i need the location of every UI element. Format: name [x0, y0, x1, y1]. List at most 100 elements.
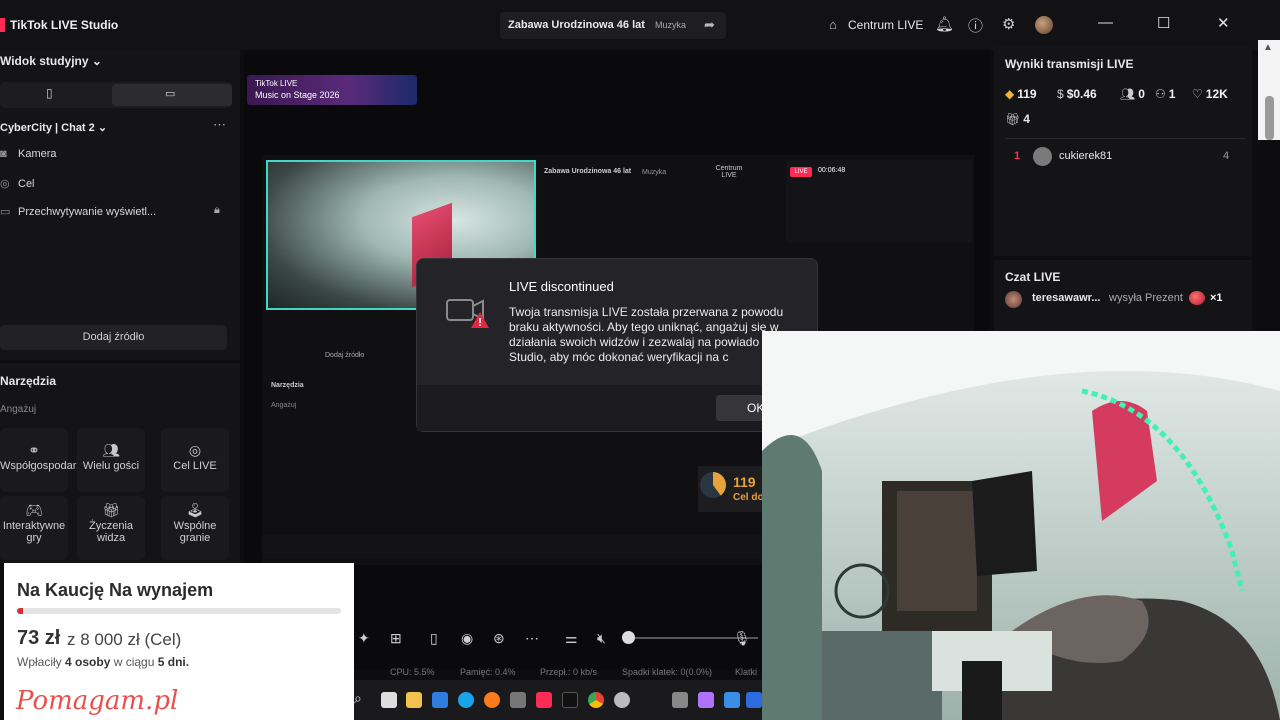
share-icon[interactable]: ➦	[704, 17, 715, 33]
gift-icon: 🎁︎	[1005, 112, 1021, 126]
video-warning-icon	[446, 296, 492, 335]
settings-icon[interactable]: ⚙	[1002, 15, 1015, 33]
link-icon: ⚭	[28, 442, 40, 458]
source-display-capture[interactable]: ▭ Przechwytywanie wyświetl...	[0, 205, 156, 218]
nested-taskbar	[262, 535, 762, 559]
discord-icon[interactable]	[698, 692, 714, 708]
tools-title: Narzędzia	[0, 374, 57, 388]
landscape-icon: ▭	[165, 88, 176, 100]
camera-icon: ◙	[0, 148, 7, 160]
fundraiser-progress-bar	[17, 608, 341, 614]
minimize-button[interactable]: —	[1098, 14, 1113, 31]
tool-live-goal[interactable]: ◎ Cel LIVE	[161, 428, 229, 492]
monitor-icon: ▭	[0, 206, 11, 218]
r-app-icon[interactable]	[562, 692, 578, 708]
tool-multi-guest[interactable]: 👥︎ Wielu gości	[77, 428, 145, 492]
scrollbar-thumb[interactable]	[1265, 96, 1274, 140]
dollar-icon: $	[1057, 87, 1064, 101]
search-icon[interactable]: ⌕	[354, 690, 362, 707]
memory-stat: Pamięć: 0.4%	[460, 667, 516, 677]
checkmark-icon[interactable]	[746, 692, 762, 708]
nested-live-badge: LIVE	[790, 167, 812, 177]
close-button[interactable]: ✕	[1217, 14, 1230, 32]
nested-title: Zabawa Urodzinowa 46 lat	[544, 168, 632, 175]
maximize-button[interactable]: ☐	[1157, 14, 1170, 32]
bitrate-stat: Przepł.: 0 kb/s	[540, 667, 598, 677]
app-title: TikTok LIVE Studio	[10, 18, 119, 32]
joystick-icon: 🕹︎	[186, 502, 204, 518]
tool-play-together[interactable]: 🕹︎ Wspólne granie	[161, 496, 229, 560]
target-icon: ◎	[0, 178, 10, 190]
viewers-icon: 👥︎	[1120, 87, 1136, 101]
studio-view-dropdown[interactable]: Widok studyjny ⌄	[0, 54, 102, 68]
home-icon: ⌂	[829, 17, 837, 32]
rank-number: 1	[1014, 150, 1021, 162]
blocked-icon[interactable]	[614, 692, 630, 708]
chrome-icon[interactable]	[588, 692, 604, 708]
profile-avatar[interactable]	[1035, 16, 1053, 34]
source-camera[interactable]: ◙ Kamera	[0, 148, 57, 160]
rose-gift-icon	[1189, 291, 1205, 305]
scroll-up-icon[interactable]: ▲	[1263, 42, 1273, 53]
add-scene-icon[interactable]: ⊞	[390, 630, 402, 647]
chat-username[interactable]: teresawawr...	[1032, 292, 1101, 304]
source-goal[interactable]: ◎ Cel	[0, 177, 35, 190]
live-results-panel	[994, 46, 1252, 256]
heart-icon: ♡	[1192, 87, 1203, 101]
portrait-icon[interactable]: ▯	[46, 86, 53, 100]
mute-icon[interactable]: 🔇︎	[597, 630, 606, 647]
nested-goal-ring	[700, 472, 726, 498]
help-icon[interactable]: ⓘ	[968, 15, 983, 36]
gift-icon: 🎁︎	[102, 502, 120, 518]
stream-category: Muzyka	[655, 20, 687, 30]
top-gifter-count: 4	[1223, 150, 1230, 162]
app-icon[interactable]	[510, 692, 526, 708]
fundraiser-supporters-line: Wpłaciły 4 osoby w ciągu 5 dni.	[17, 655, 190, 669]
firefox-icon[interactable]	[484, 692, 500, 708]
nested-tools-title: Narzędzia	[271, 382, 304, 389]
photos-icon[interactable]	[724, 692, 740, 708]
chat-title: Czat LIVE	[1005, 270, 1061, 284]
explorer-icon[interactable]	[406, 692, 422, 708]
microphone-icon[interactable]: 🎙︎	[733, 630, 751, 647]
scene-dropdown[interactable]: CyberCity | Chat 2 ⌄	[0, 121, 107, 134]
tiktok-icon[interactable]	[536, 692, 552, 708]
printer-icon[interactable]	[672, 692, 688, 708]
add-follower-icon: ⚇	[1155, 87, 1166, 101]
divider	[1005, 138, 1245, 139]
more-icon[interactable]: ⋯	[213, 117, 226, 133]
earnings-stat: $ $0.46	[1057, 87, 1097, 101]
fundraiser-title: Na Kaucję Na wynajem	[17, 580, 214, 600]
mixer-icon[interactable]: ⚌	[565, 630, 578, 647]
volume-knob[interactable]	[622, 631, 635, 644]
phone-icon[interactable]: ▯	[430, 630, 438, 647]
engage-label: Angażuj	[0, 404, 37, 415]
fundraiser-goal: z 8 000 zł (Cel)	[67, 630, 182, 649]
tool-viewer-wishes[interactable]: 🎁︎ Życzenia widza	[77, 496, 145, 560]
likes-stat: ♡ 12K	[1192, 87, 1228, 101]
top-gifter-name[interactable]: cukierek81	[1059, 150, 1112, 162]
task-view-icon[interactable]	[381, 692, 397, 708]
lock-icon[interactable]: 🔒︎	[214, 204, 220, 217]
bell-icon[interactable]: 🔔︎	[935, 15, 954, 33]
tool-interactive-games[interactable]: 🎮︎ Interaktywne gry	[0, 496, 68, 560]
promo-line1: TikTok LIVE	[255, 79, 298, 88]
chat-action: wysyła Prezent	[1109, 292, 1183, 304]
fundraiser-progress-fill	[17, 608, 24, 614]
edge-icon[interactable]	[458, 692, 474, 708]
chevron-down-icon: ⌄	[91, 54, 102, 68]
viewers-stat: 👥︎ 0	[1120, 87, 1145, 101]
store-icon[interactable]	[432, 692, 448, 708]
tool-cohost[interactable]: ⚭ Współgospodarz	[0, 428, 82, 492]
record-icon[interactable]: ◉	[461, 630, 473, 647]
pomagam-logo: Pomagam.pl	[16, 686, 179, 716]
results-title: Wyniki transmisji LIVE	[1005, 57, 1134, 71]
more-options-icon[interactable]: ⋯	[525, 630, 539, 647]
nested-category: Muzyka	[642, 169, 667, 176]
add-source-button[interactable]: Dodaj źródło	[0, 325, 227, 350]
centrum-live-button[interactable]: Centrum LIVE	[848, 18, 923, 32]
chevron-down-icon: ⌄	[97, 122, 108, 134]
new-followers-stat: ⚇ 1	[1155, 87, 1176, 101]
ai-icon[interactable]: ✦	[358, 630, 370, 647]
effects-icon[interactable]: ⊛	[493, 630, 505, 647]
